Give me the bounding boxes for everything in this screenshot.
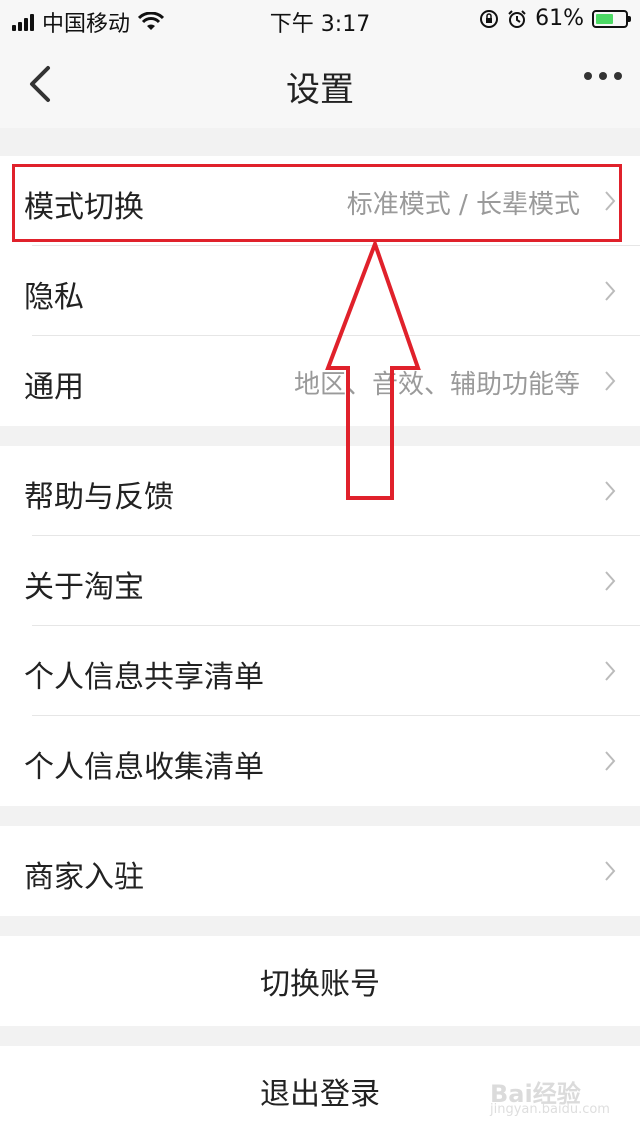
battery-percent: 61% xyxy=(535,6,584,31)
settings-item-merchant[interactable]: 商家入驻 xyxy=(0,826,640,916)
chevron-right-icon xyxy=(605,571,616,591)
settings-item-info-sharing-list[interactable]: 个人信息共享清单 xyxy=(0,626,640,716)
chevron-right-icon xyxy=(605,371,616,391)
rotation-lock-icon xyxy=(480,9,499,28)
battery-charging-icon xyxy=(592,9,631,28)
chevron-right-icon xyxy=(605,661,616,681)
annotation-arrow-icon xyxy=(325,240,421,500)
alarm-icon xyxy=(508,9,526,28)
settings-item-about[interactable]: 关于淘宝 xyxy=(0,536,640,626)
chevron-right-icon xyxy=(605,281,616,301)
nav-bar: 设置 xyxy=(0,40,640,128)
settings-item-label: 商家入驻 xyxy=(24,860,144,895)
settings-item-label: 隐私 xyxy=(24,280,84,315)
status-right: 61% xyxy=(479,6,631,31)
watermark-logo: Bai经验 jingyan.baidu.com xyxy=(490,1062,610,1118)
chevron-right-icon xyxy=(605,861,616,881)
settings-group-3: 商家入驻 xyxy=(0,826,640,916)
highlight-box xyxy=(12,164,622,242)
settings-item-label: 个人信息收集清单 xyxy=(24,750,264,785)
chevron-right-icon xyxy=(605,751,616,771)
switch-account-group: 切换账号 xyxy=(0,936,640,1026)
settings-item-info-collection-list[interactable]: 个人信息收集清单 xyxy=(0,716,640,806)
settings-item-label: 帮助与反馈 xyxy=(24,480,174,515)
chevron-right-icon xyxy=(605,481,616,501)
page-title: 设置 xyxy=(286,70,354,110)
status-bar: 中国移动 下午 3:17 61% xyxy=(0,0,640,40)
switch-account-button[interactable]: 切换账号 xyxy=(0,936,640,1026)
battery-fill xyxy=(596,13,613,24)
settings-item-label: 个人信息共享清单 xyxy=(24,660,264,695)
more-dots-icon[interactable] xyxy=(584,72,622,80)
settings-item-label: 关于淘宝 xyxy=(24,570,144,605)
settings-item-label: 通用 xyxy=(24,370,84,405)
watermark-sub: jingyan.baidu.com xyxy=(490,1102,610,1117)
